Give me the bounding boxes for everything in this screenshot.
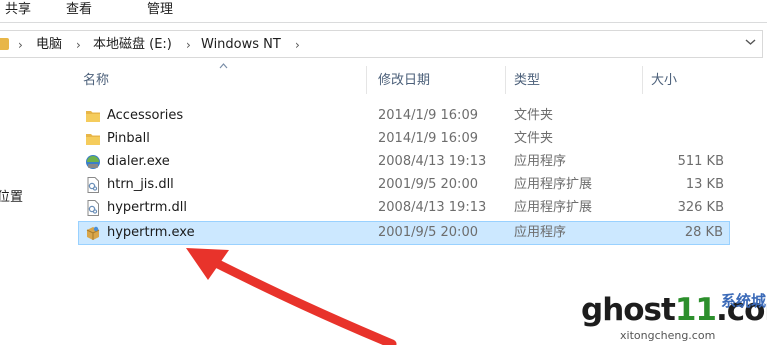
file-name: htrn_jis.dll bbox=[107, 177, 174, 192]
watermark-cn: 系统城 bbox=[721, 292, 767, 310]
chevron-right-icon[interactable]: › bbox=[186, 37, 191, 53]
hyperterminal-exe-icon bbox=[86, 226, 100, 240]
file-date: 2001/9/5 20:00 bbox=[378, 177, 478, 192]
breadcrumb-local-disk[interactable]: 本地磁盘 (E:) bbox=[93, 37, 172, 53]
file-size: 326 KB bbox=[677, 200, 724, 215]
file-row[interactable]: hypertrm.dll 2008/4/13 19:13 应用程序扩展 326 … bbox=[78, 197, 730, 219]
file-name: hypertrm.dll bbox=[107, 200, 188, 215]
file-type: 应用程序扩展 bbox=[514, 177, 593, 192]
nav-item-label[interactable]: 位置 bbox=[0, 186, 23, 205]
file-row-selected[interactable]: hypertrm.exe 2001/9/5 20:00 应用程序 28 KB bbox=[78, 221, 730, 245]
tab-view[interactable]: 查看 bbox=[66, 2, 92, 18]
file-size: 28 KB bbox=[684, 225, 723, 240]
chevron-right-icon[interactable]: › bbox=[18, 37, 23, 53]
file-type: 应用程序扩展 bbox=[514, 200, 593, 215]
breadcrumb-computer[interactable]: 电脑 bbox=[36, 37, 62, 53]
column-header-size[interactable]: 大小 bbox=[651, 73, 677, 89]
column-divider[interactable] bbox=[642, 66, 643, 94]
folder-icon bbox=[86, 111, 100, 122]
file-date: 2001/9/5 20:00 bbox=[378, 225, 478, 240]
file-type: 应用程序 bbox=[514, 154, 567, 169]
column-header-type[interactable]: 类型 bbox=[514, 73, 540, 89]
file-date: 2008/4/13 19:13 bbox=[378, 154, 487, 169]
file-row[interactable]: dialer.exe 2008/4/13 19:13 应用程序 511 KB bbox=[78, 151, 730, 173]
column-header-name[interactable]: 名称 bbox=[83, 73, 109, 89]
address-dropdown-button[interactable] bbox=[745, 36, 756, 49]
file-type: 应用程序 bbox=[514, 225, 567, 240]
file-name: Pinball bbox=[107, 131, 150, 146]
file-date: 2014/1/9 16:09 bbox=[378, 108, 478, 123]
ribbon: 共享 查看 管理 bbox=[0, 0, 767, 22]
column-headers: 名称 修改日期 类型 大小 bbox=[76, 62, 767, 98]
address-bar[interactable]: › 电脑 › 本地磁盘 (E:) › Windows NT › bbox=[0, 30, 763, 58]
breadcrumb-windows-nt[interactable]: Windows NT bbox=[201, 37, 281, 53]
watermark-logo: ghost11.com 系统城 xitongcheng.com bbox=[581, 290, 767, 345]
dialer-exe-icon bbox=[86, 155, 100, 169]
watermark-text: ghost bbox=[581, 292, 676, 328]
sort-ascending-icon bbox=[219, 62, 228, 72]
file-row[interactable]: Pinball 2014/1/9 16:09 文件夹 bbox=[78, 128, 730, 150]
folder-icon bbox=[86, 134, 100, 145]
tab-share[interactable]: 共享 bbox=[5, 2, 31, 18]
chevron-right-icon[interactable]: › bbox=[295, 37, 300, 53]
file-row[interactable]: Accessories 2014/1/9 16:09 文件夹 bbox=[78, 105, 730, 127]
watermark-number: 11 bbox=[674, 292, 717, 328]
folder-icon bbox=[0, 38, 9, 50]
ribbon-divider bbox=[0, 22, 767, 23]
file-name: hypertrm.exe bbox=[107, 225, 195, 240]
file-size: 13 KB bbox=[685, 177, 724, 192]
file-type: 文件夹 bbox=[514, 108, 554, 123]
tab-manage[interactable]: 管理 bbox=[147, 2, 173, 18]
file-type: 文件夹 bbox=[514, 131, 554, 146]
file-date: 2014/1/9 16:09 bbox=[378, 131, 478, 146]
dll-file-icon bbox=[87, 177, 99, 193]
chevron-right-icon[interactable]: › bbox=[76, 37, 81, 53]
file-row[interactable]: htrn_jis.dll 2001/9/5 20:00 应用程序扩展 13 KB bbox=[78, 174, 730, 196]
file-size: 511 KB bbox=[677, 154, 724, 169]
column-divider[interactable] bbox=[505, 66, 506, 94]
column-divider[interactable] bbox=[366, 66, 367, 94]
dll-file-icon bbox=[87, 200, 99, 216]
column-header-date[interactable]: 修改日期 bbox=[378, 73, 430, 89]
chevron-down-icon bbox=[745, 39, 756, 45]
watermark-sub: xitongcheng.com bbox=[620, 329, 716, 342]
file-name: Accessories bbox=[107, 108, 184, 123]
file-name: dialer.exe bbox=[107, 154, 170, 169]
file-date: 2008/4/13 19:13 bbox=[378, 200, 487, 215]
navigation-pane: 位置 bbox=[0, 58, 72, 345]
